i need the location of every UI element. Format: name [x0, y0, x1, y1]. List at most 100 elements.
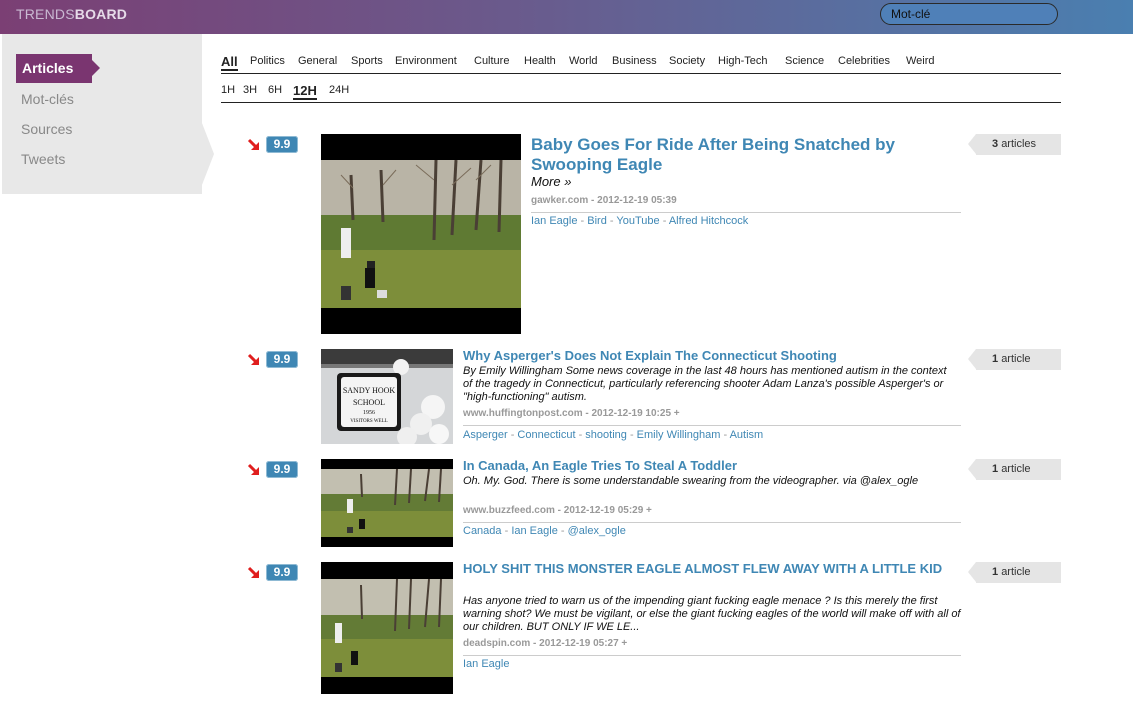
sidebar-item-sources[interactable]: Sources — [21, 121, 72, 137]
sandy-hook-sign-photo: SANDY HOOK SCHOOL 1956 VISITORS WELL — [321, 349, 453, 444]
article-title[interactable]: In Canada, An Eagle Tries To Steal A Tod… — [463, 458, 953, 474]
divider — [463, 655, 961, 656]
tab-culture[interactable]: Culture — [474, 55, 509, 67]
tab-politics[interactable]: Politics — [250, 55, 285, 67]
time-filter-24h[interactable]: 24H — [329, 84, 349, 96]
tab-celebrities[interactable]: Celebrities — [838, 55, 890, 67]
article-summary: Has anyone tried to warn us of the impen… — [463, 595, 961, 633]
sign-text-line: VISITORS WELL — [350, 419, 387, 424]
sidebar-item-tweets[interactable]: Tweets — [21, 151, 65, 167]
trend-down-arrow-icon — [247, 463, 259, 475]
category-nav: All Politics General Sports Environment … — [221, 54, 1061, 74]
tag-link[interactable]: Connecticut — [517, 429, 575, 441]
tag-link[interactable]: Emily Willingham — [637, 429, 721, 441]
article-thumbnail[interactable] — [321, 459, 453, 547]
tab-all[interactable]: All — [221, 54, 238, 71]
sign-text-line: SANDY HOOK — [343, 386, 396, 395]
tab-science[interactable]: Science — [785, 55, 824, 67]
article-count-badge[interactable]: 1 article — [968, 349, 1061, 370]
tab-health[interactable]: Health — [524, 55, 556, 67]
tab-world[interactable]: World — [569, 55, 598, 67]
article-count-number: 3 — [992, 138, 999, 150]
tag-separator: - — [626, 429, 637, 441]
tag-separator: - — [501, 525, 512, 537]
article-count-badge[interactable]: 1 article — [968, 459, 1061, 480]
article-title[interactable]: Why Asperger's Does Not Explain The Conn… — [463, 348, 953, 364]
tab-society[interactable]: Society — [669, 55, 705, 67]
divider — [463, 425, 961, 426]
article-count-number: 1 — [992, 463, 999, 475]
tag-link[interactable]: @alex_ogle — [568, 525, 626, 537]
tag-separator: - — [659, 215, 669, 227]
eagle-video-still — [321, 579, 453, 677]
score-badge: 9.9 — [266, 564, 298, 581]
tag-list: Asperger - Connecticut - shooting - Emil… — [463, 429, 763, 441]
tab-high-tech[interactable]: High-Tech — [718, 55, 768, 67]
score-badge: 9.9 — [266, 461, 298, 478]
sign-text-line: 1956 — [363, 410, 375, 416]
eagle-video-still — [321, 469, 453, 537]
logo[interactable]: TRENDSBOARD — [16, 6, 127, 22]
divider — [463, 522, 961, 523]
article-source[interactable]: deadspin.com — [463, 638, 530, 649]
tab-business[interactable]: Business — [612, 55, 657, 67]
article-meta: www.buzzfeed.com - 2012-12-19 05:29 + — [463, 505, 652, 516]
tag-link[interactable]: Ian Eagle — [511, 525, 557, 537]
more-link[interactable]: More » — [531, 174, 571, 189]
video-frame — [321, 160, 521, 308]
video-frame — [321, 579, 453, 677]
article-thumbnail[interactable] — [321, 134, 521, 334]
tag-link[interactable]: Ian Eagle — [463, 658, 509, 670]
article-date: - 2012-12-19 05:27 + — [533, 638, 628, 649]
tag-separator: - — [557, 525, 568, 537]
tag-link[interactable]: shooting — [585, 429, 627, 441]
sidebar-item-articles[interactable]: Articles — [16, 54, 100, 83]
article-count-number: 1 — [992, 566, 999, 578]
time-filter-12h[interactable]: 12H — [293, 83, 317, 100]
logo-bold: BOARD — [74, 6, 128, 22]
sidebar-item-mot-cles[interactable]: Mot-clés — [21, 91, 74, 107]
tag-link[interactable]: Alfred Hitchcock — [669, 215, 748, 227]
eagle-video-still — [321, 160, 521, 308]
time-filter-6h[interactable]: 6H — [268, 84, 282, 96]
article-count-number: 1 — [992, 353, 999, 365]
tag-link[interactable]: Canada — [463, 525, 502, 537]
article-source[interactable]: www.buzzfeed.com — [463, 505, 555, 516]
tag-link[interactable]: Ian Eagle — [531, 215, 577, 227]
article-count-label: article — [1001, 463, 1031, 475]
tab-sports[interactable]: Sports — [351, 55, 383, 67]
search-input[interactable] — [880, 3, 1058, 25]
article-title[interactable]: Baby Goes For Ride After Being Snatched … — [531, 135, 951, 174]
tag-list: Ian Eagle — [463, 658, 509, 670]
article-source[interactable]: www.huffingtonpost.com — [463, 408, 583, 419]
tag-list: Canada - Ian Eagle - @alex_ogle — [463, 525, 626, 537]
trend-down-arrow-icon — [247, 566, 259, 578]
trend-down-arrow-icon — [247, 138, 259, 150]
time-filter-3h[interactable]: 3H — [243, 84, 257, 96]
article-source[interactable]: gawker.com — [531, 195, 588, 206]
top-bar: TRENDSBOARD — [0, 0, 1133, 34]
article-thumbnail[interactable] — [321, 562, 453, 694]
tag-separator: - — [577, 215, 588, 227]
sign-text-line: SCHOOL — [353, 398, 385, 407]
tab-environment[interactable]: Environment — [395, 55, 457, 67]
article-date: - 2012-12-19 10:25 + — [585, 408, 680, 419]
tag-separator: - — [575, 429, 586, 441]
article-thumbnail[interactable]: SANDY HOOK SCHOOL 1956 VISITORS WELL — [321, 349, 453, 444]
article-summary: Oh. My. God. There is some understandabl… — [463, 475, 919, 487]
tab-general[interactable]: General — [298, 55, 337, 67]
article-count-badge[interactable]: 1 article — [968, 562, 1061, 583]
tag-link[interactable]: Asperger — [463, 429, 508, 441]
video-frame — [321, 469, 453, 537]
article-meta: www.huffingtonpost.com - 2012-12-19 10:2… — [463, 408, 680, 419]
tag-separator: - — [720, 429, 730, 441]
tag-link[interactable]: YouTube — [616, 215, 659, 227]
sidebar: Articles Mot-clés Sources Tweets — [2, 34, 202, 194]
article-title[interactable]: HOLY SHIT THIS MONSTER EAGLE ALMOST FLEW… — [463, 561, 953, 577]
tab-weird[interactable]: Weird — [906, 55, 935, 67]
tag-link[interactable]: Bird — [587, 215, 607, 227]
tag-link[interactable]: Autism — [730, 429, 764, 441]
divider — [531, 212, 961, 213]
time-filter-1h[interactable]: 1H — [221, 84, 235, 96]
article-count-badge[interactable]: 3 articles — [968, 134, 1061, 155]
